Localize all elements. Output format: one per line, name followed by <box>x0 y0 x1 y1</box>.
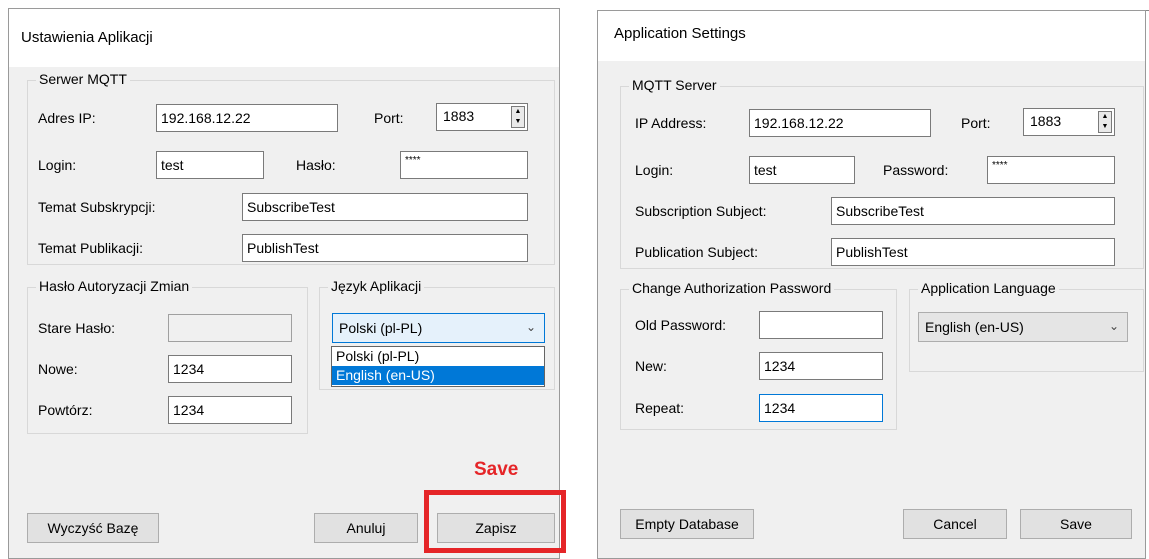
port-spin-buttons[interactable]: ▲ ▼ <box>1098 111 1112 133</box>
port-stepper[interactable]: 1883 ▲ ▼ <box>436 103 528 131</box>
subscription-label: Subscription Subject: <box>635 203 767 219</box>
auth-group-legend: Change Authorization Password <box>629 280 835 296</box>
language-select[interactable]: English (en-US) ⌄ <box>918 312 1128 342</box>
auth-password-group: Change Authorization Password Old Passwo… <box>620 280 897 430</box>
ip-address-input[interactable]: 192.168.12.22 <box>749 109 931 137</box>
language-selected-value: Polski (pl-PL) <box>339 320 423 336</box>
repeat-password-input[interactable]: 1234 <box>168 396 292 424</box>
spin-down-icon[interactable]: ▼ <box>1099 122 1111 132</box>
ip-label: IP Address: <box>635 115 707 131</box>
publication-input[interactable]: PublishTest <box>242 234 528 262</box>
language-group-legend: Application Language <box>918 280 1059 296</box>
login-label: Login: <box>635 162 674 178</box>
repeat-password-input[interactable]: 1234 <box>759 394 883 422</box>
language-group: Application Language English (en-US) ⌄ <box>909 280 1144 372</box>
old-password-input[interactable] <box>759 311 883 339</box>
mqtt-server-group: MQTT Server IP Address: 192.168.12.22 Po… <box>620 77 1144 269</box>
language-dropdown-list: Polski (pl-PL) English (en-US) <box>331 346 545 387</box>
password-label: Password: <box>883 162 949 178</box>
cancel-button[interactable]: Anuluj <box>314 513 418 543</box>
spin-up-icon[interactable]: ▲ <box>1099 112 1111 122</box>
new-password-label: Nowe: <box>38 361 78 377</box>
language-option-english[interactable]: English (en-US) <box>332 366 544 385</box>
port-stepper[interactable]: 1883 ▲ ▼ <box>1023 108 1115 136</box>
spin-down-icon[interactable]: ▼ <box>512 117 524 127</box>
login-input[interactable]: test <box>749 156 855 184</box>
save-button[interactable]: Save <box>1020 509 1132 539</box>
new-password-label: New: <box>635 358 667 374</box>
publication-label: Publication Subject: <box>635 244 758 260</box>
old-password-input[interactable] <box>168 314 292 342</box>
new-password-input[interactable]: 1234 <box>168 355 292 383</box>
save-highlight-box <box>424 490 566 553</box>
repeat-password-label: Powtórz: <box>38 402 93 418</box>
auth-password-group: Hasło Autoryzacji Zmian Stare Hasło: Now… <box>27 278 308 434</box>
spin-up-icon[interactable]: ▲ <box>512 107 524 117</box>
mqtt-group-legend: Serwer MQTT <box>36 71 130 87</box>
login-input[interactable]: test <box>156 151 264 179</box>
password-label: Hasło: <box>296 157 336 173</box>
subscription-input[interactable]: SubscribeTest <box>242 193 528 221</box>
subscription-label: Temat Subskrypcji: <box>38 199 156 215</box>
password-input[interactable]: **** <box>987 156 1115 184</box>
empty-database-button[interactable]: Empty Database <box>620 509 754 539</box>
language-select[interactable]: Polski (pl-PL) ⌄ <box>332 313 545 343</box>
publication-input[interactable]: PublishTest <box>831 238 1115 266</box>
publication-label: Temat Publikacji: <box>38 240 144 256</box>
port-label: Port: <box>961 115 991 131</box>
login-label: Login: <box>38 157 77 173</box>
language-option-polish[interactable]: Polski (pl-PL) <box>332 347 544 366</box>
repeat-password-label: Repeat: <box>635 400 685 416</box>
language-selected-value: English (en-US) <box>925 319 1024 335</box>
old-password-label: Old Password: <box>635 317 727 333</box>
window-title: Ustawienia Aplikacji <box>21 29 153 46</box>
ip-label: Adres IP: <box>38 110 96 126</box>
title-bar: Application Settings <box>598 11 1145 61</box>
chevron-down-icon[interactable]: ⌄ <box>526 320 536 334</box>
port-value: 1883 <box>443 108 475 124</box>
window-title: Application Settings <box>614 25 746 42</box>
cancel-button[interactable]: Cancel <box>903 509 1007 539</box>
save-annotation-label: Save <box>474 459 519 480</box>
port-label: Port: <box>374 110 404 126</box>
old-password-label: Stare Hasło: <box>38 320 116 336</box>
new-password-input[interactable]: 1234 <box>759 352 883 380</box>
subscription-input[interactable]: SubscribeTest <box>831 197 1115 225</box>
auth-group-legend: Hasło Autoryzacji Zmian <box>36 278 193 294</box>
ip-address-input[interactable]: 192.168.12.22 <box>156 104 338 132</box>
port-spin-buttons[interactable]: ▲ ▼ <box>511 106 525 128</box>
password-input[interactable]: **** <box>400 151 528 179</box>
mqtt-group-legend: MQTT Server <box>629 77 720 93</box>
title-bar: Ustawienia Aplikacji <box>9 9 559 67</box>
mqtt-server-group: Serwer MQTT Adres IP: 192.168.12.22 Port… <box>27 71 555 265</box>
language-group-legend: Język Aplikacji <box>328 278 425 294</box>
chevron-down-icon[interactable]: ⌄ <box>1109 319 1119 333</box>
port-value: 1883 <box>1030 113 1062 129</box>
settings-window-english: Application Settings MQTT Server IP Addr… <box>597 10 1146 559</box>
clear-database-button[interactable]: Wyczyść Bazę <box>27 513 159 543</box>
